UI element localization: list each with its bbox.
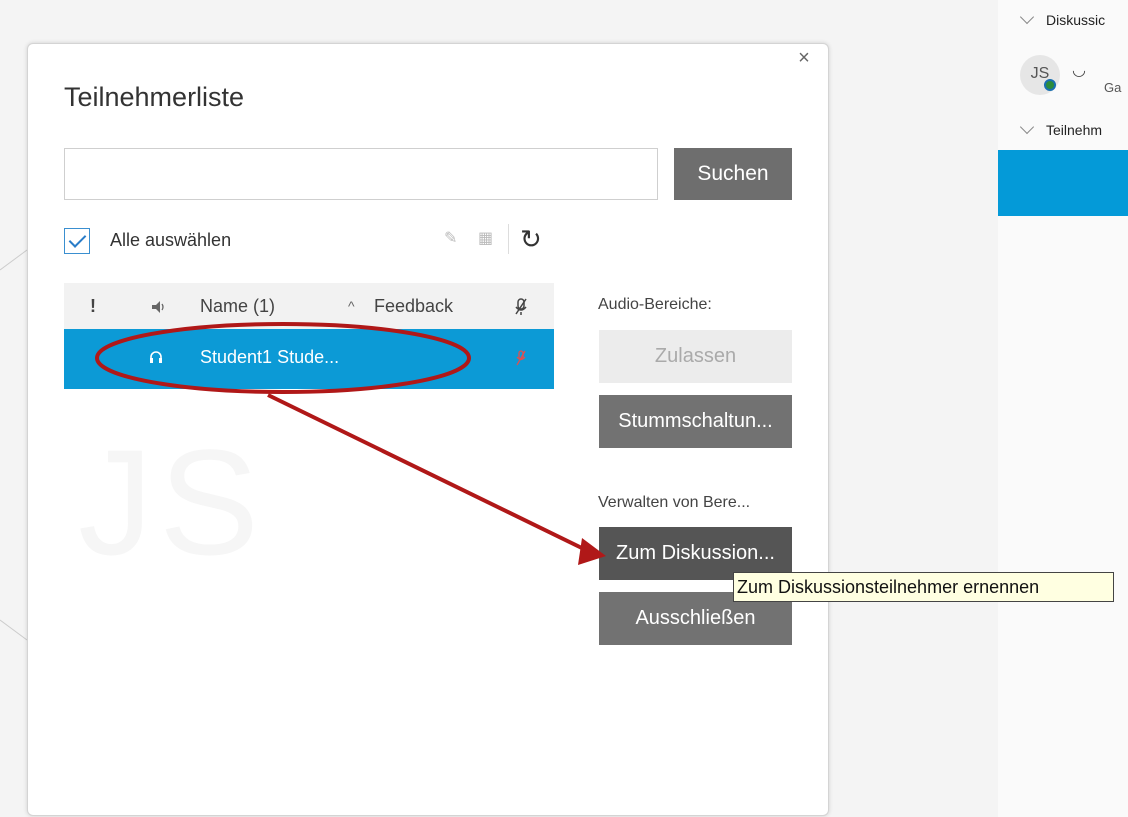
speaker-icon	[152, 301, 164, 314]
audio-section-label: Audio-Bereiche:	[598, 296, 712, 313]
checkmark-icon	[68, 230, 87, 248]
chat-icon[interactable]: ✎	[444, 228, 457, 248]
mic-off-icon	[515, 298, 527, 316]
header-name[interactable]: Name (1)	[200, 283, 275, 329]
header-mic[interactable]	[514, 283, 528, 329]
header-audio[interactable]	[150, 283, 170, 329]
right-panel: Diskussic JS ◡ Ga Teilnehm	[998, 0, 1128, 817]
section-discussion-header[interactable]: Diskussic	[1019, 9, 1105, 28]
refresh-icon[interactable]: ↻	[520, 224, 542, 254]
close-icon[interactable]: ×	[794, 48, 814, 68]
header-feedback[interactable]: Feedback	[374, 283, 453, 329]
headset-icon: ◡	[1072, 62, 1086, 79]
avatar: JS	[1020, 55, 1060, 95]
select-all-checkbox[interactable]	[64, 228, 90, 254]
participant-subtext: Ga	[1104, 80, 1122, 95]
select-all-label: Alle auswählen	[110, 230, 232, 250]
manage-section-label: Verwalten von Bere...	[598, 494, 751, 511]
mute-button[interactable]: Stummschaltun...	[599, 395, 792, 448]
participant-name: Student1 Stude...	[200, 347, 340, 367]
status-icon	[1044, 79, 1056, 91]
headset-icon	[148, 349, 164, 372]
chevron-down-icon	[1019, 9, 1035, 25]
background-initials: JS	[78, 418, 266, 586]
dialog-title: Teilnehmerliste	[64, 82, 245, 112]
building-icon[interactable]: ▦	[478, 228, 493, 248]
chevron-down-icon	[1019, 119, 1035, 135]
tooltip: Zum Diskussionsteilnehmer ernennen	[733, 572, 1114, 602]
selected-row-highlight[interactable]	[998, 150, 1128, 216]
participant-list-dialog: JS × Teilnehmerliste Suchen Alle auswähl…	[27, 43, 829, 816]
header-priority[interactable]: !	[90, 283, 96, 329]
allow-button[interactable]: Zulassen	[599, 330, 792, 383]
table-header: ! Name (1) ^ Feedback	[64, 283, 554, 329]
sort-ascending-icon: ^	[348, 298, 355, 314]
search-input[interactable]	[64, 148, 658, 200]
table-row[interactable]: Student1 Stude...	[64, 329, 554, 389]
toolbar-divider	[508, 224, 509, 254]
mic-muted-icon[interactable]	[516, 349, 526, 372]
search-button[interactable]: Suchen	[674, 148, 792, 200]
section-participants-header[interactable]: Teilnehm	[1019, 119, 1102, 138]
